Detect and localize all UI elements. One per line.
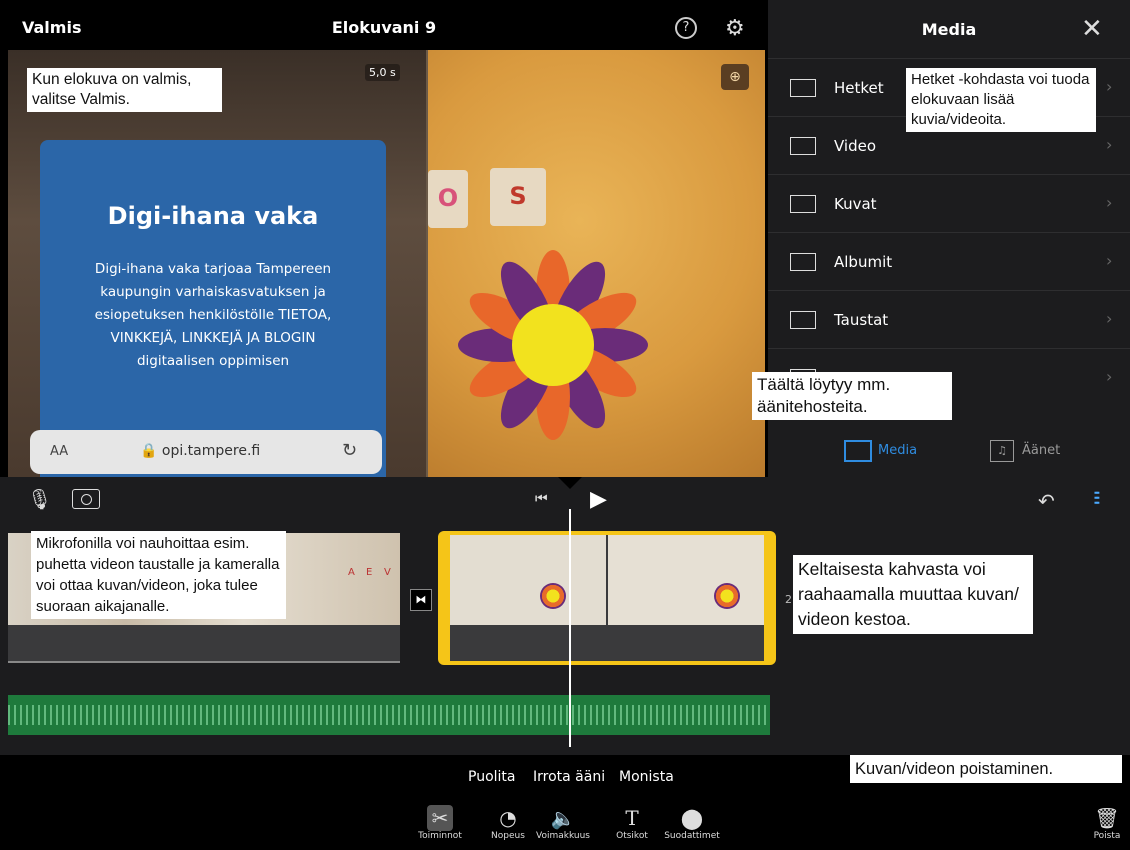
- chevron-right-icon: ›: [1106, 77, 1113, 96]
- film-icon[interactable]: [844, 440, 872, 462]
- tool-label: Poista: [1093, 831, 1121, 841]
- text-size-button: AA: [50, 444, 69, 459]
- waveform-icon[interactable]: ⫶⫶⫶: [1093, 489, 1100, 510]
- media-item-taustat[interactable]: Taustat ›: [768, 290, 1130, 349]
- clip-thumbnail: [450, 535, 606, 625]
- flower-face: [512, 304, 594, 386]
- video-preview[interactable]: Digi-ihana vaka Digi-ihana vaka tarjoaa …: [8, 50, 765, 477]
- flower-thumb: [540, 583, 566, 609]
- tile-letter: A: [348, 567, 355, 578]
- playhead-line: [569, 509, 571, 747]
- media-item-kuvat[interactable]: Kuvat ›: [768, 174, 1130, 233]
- tool-label: Suodattimet: [664, 831, 720, 841]
- detach-audio-button[interactable]: Irrota ääni: [533, 769, 605, 785]
- trash-icon: 🗑: [1094, 806, 1120, 830]
- tool-label: Toiminnot: [418, 831, 462, 841]
- tile-letter: V: [384, 567, 391, 578]
- annotation-delete: Kuvan/videon poistaminen.: [850, 755, 1122, 783]
- tile-letter: O: [437, 184, 459, 212]
- tab-sounds[interactable]: Äänet: [1022, 443, 1060, 458]
- preview-photo-right: O S: [428, 50, 765, 477]
- skip-to-start-icon[interactable]: ⏮: [535, 491, 548, 507]
- music-note-icon[interactable]: ♫: [990, 440, 1014, 462]
- media-item-label: Albumit: [834, 253, 893, 271]
- clip-thumbnail: [608, 535, 764, 625]
- tile-letter: S: [509, 182, 527, 210]
- duplicate-button[interactable]: Monista: [619, 769, 674, 785]
- gear-icon[interactable]: ⚙: [725, 16, 745, 41]
- split-button[interactable]: Puolita: [468, 769, 515, 785]
- moments-icon: [790, 79, 816, 97]
- clip-audio-strip: [8, 625, 400, 661]
- microphone-icon[interactable]: 🎙: [27, 487, 52, 511]
- zoom-icon[interactable]: ⊕: [721, 64, 749, 90]
- annotation-microphone: Mikrofonilla voi nauhoittaa esim. puhett…: [31, 531, 286, 619]
- letter-tile: S: [490, 168, 546, 226]
- phone-heading: Digi-ihana vaka: [107, 202, 319, 230]
- tool-volume[interactable]: 🔈 Voimakkuus: [528, 805, 598, 841]
- letter-tile: O: [428, 170, 468, 228]
- phone-url: 🔒 opi.tampere.fi: [140, 443, 261, 459]
- undo-icon[interactable]: ↶: [1038, 489, 1055, 513]
- play-button[interactable]: ▶: [590, 487, 607, 512]
- audio-track[interactable]: [8, 695, 770, 735]
- tool-label: Voimakkuus: [536, 831, 590, 841]
- transition-icon[interactable]: ⧓: [410, 589, 432, 611]
- media-item-label: Kuvat: [834, 195, 877, 213]
- album-icon: [790, 253, 816, 271]
- reload-icon: ↻: [342, 440, 358, 461]
- speaker-icon: 🔈: [550, 806, 576, 830]
- chevron-right-icon: ›: [1106, 251, 1113, 270]
- clip-content: [450, 535, 764, 661]
- photo-icon: [790, 195, 816, 213]
- backgrounds-icon: [790, 311, 816, 329]
- annotation-sounds: Täältä löytyy mm. äänitehosteita.: [752, 372, 952, 420]
- phone-url-text: opi.tampere.fi: [161, 443, 261, 459]
- camera-icon[interactable]: [72, 489, 100, 509]
- media-item-label: Hetket: [834, 79, 884, 97]
- playhead-marker: [558, 477, 582, 489]
- media-panel-title: Media: [921, 20, 977, 39]
- tile-letter: E: [366, 567, 373, 578]
- timeline-clip-2-selected[interactable]: [438, 531, 776, 665]
- chevron-right-icon: ›: [1106, 309, 1113, 328]
- media-item-label: Video: [834, 137, 877, 155]
- chevron-right-icon: ›: [1106, 135, 1113, 154]
- film-icon: [790, 137, 816, 155]
- media-tab-bar: Media ♫ Äänet: [768, 420, 1130, 477]
- scissors-icon: ✂: [427, 805, 453, 831]
- chevron-right-icon: ›: [1106, 193, 1113, 212]
- media-item-label: Taustat: [834, 311, 889, 329]
- delete-button[interactable]: 🗑 Poista: [1072, 805, 1130, 841]
- annotation-handle: Keltaisesta kahvasta voi raahaamalla muu…: [793, 555, 1033, 634]
- phone-screen: Digi-ihana vaka Digi-ihana vaka tarjoaa …: [40, 140, 386, 477]
- clip-duration-small: 2: [785, 593, 792, 606]
- tab-media[interactable]: Media: [878, 443, 917, 458]
- tool-actions[interactable]: ✂ Toiminnot: [405, 805, 475, 841]
- filters-icon: ⬤: [680, 806, 704, 830]
- chevron-right-icon: ›: [1106, 367, 1113, 386]
- clay-flower: [458, 250, 648, 440]
- clip-underline: [8, 661, 400, 663]
- clip-duration-badge: 5,0 s: [365, 64, 400, 81]
- project-title: Elokuvani 9: [331, 18, 437, 37]
- media-item-albumit[interactable]: Albumit ›: [768, 232, 1130, 291]
- question-circle-icon[interactable]: ?: [675, 17, 697, 39]
- phone-address-bar: AA 🔒 opi.tampere.fi ↻: [30, 430, 382, 474]
- audio-waveform: [8, 705, 770, 725]
- close-icon[interactable]: ✕: [1081, 14, 1103, 44]
- annotation-moments: Hetket -kohdasta voi tuoda elokuvaan lis…: [906, 68, 1096, 132]
- phone-body-text: Digi-ihana vaka tarjoaa Tampereen kaupun…: [94, 261, 332, 369]
- annotation-done: Kun elokuva on valmis, valitse Valmis.: [27, 68, 222, 112]
- top-bar: Valmis Elokuvani 9 ? ⚙: [0, 0, 768, 50]
- tool-filters[interactable]: ⬤ Suodattimet: [657, 805, 727, 841]
- preview-photo-left: Digi-ihana vaka Digi-ihana vaka tarjoaa …: [8, 50, 426, 477]
- flower-thumb: [714, 583, 740, 609]
